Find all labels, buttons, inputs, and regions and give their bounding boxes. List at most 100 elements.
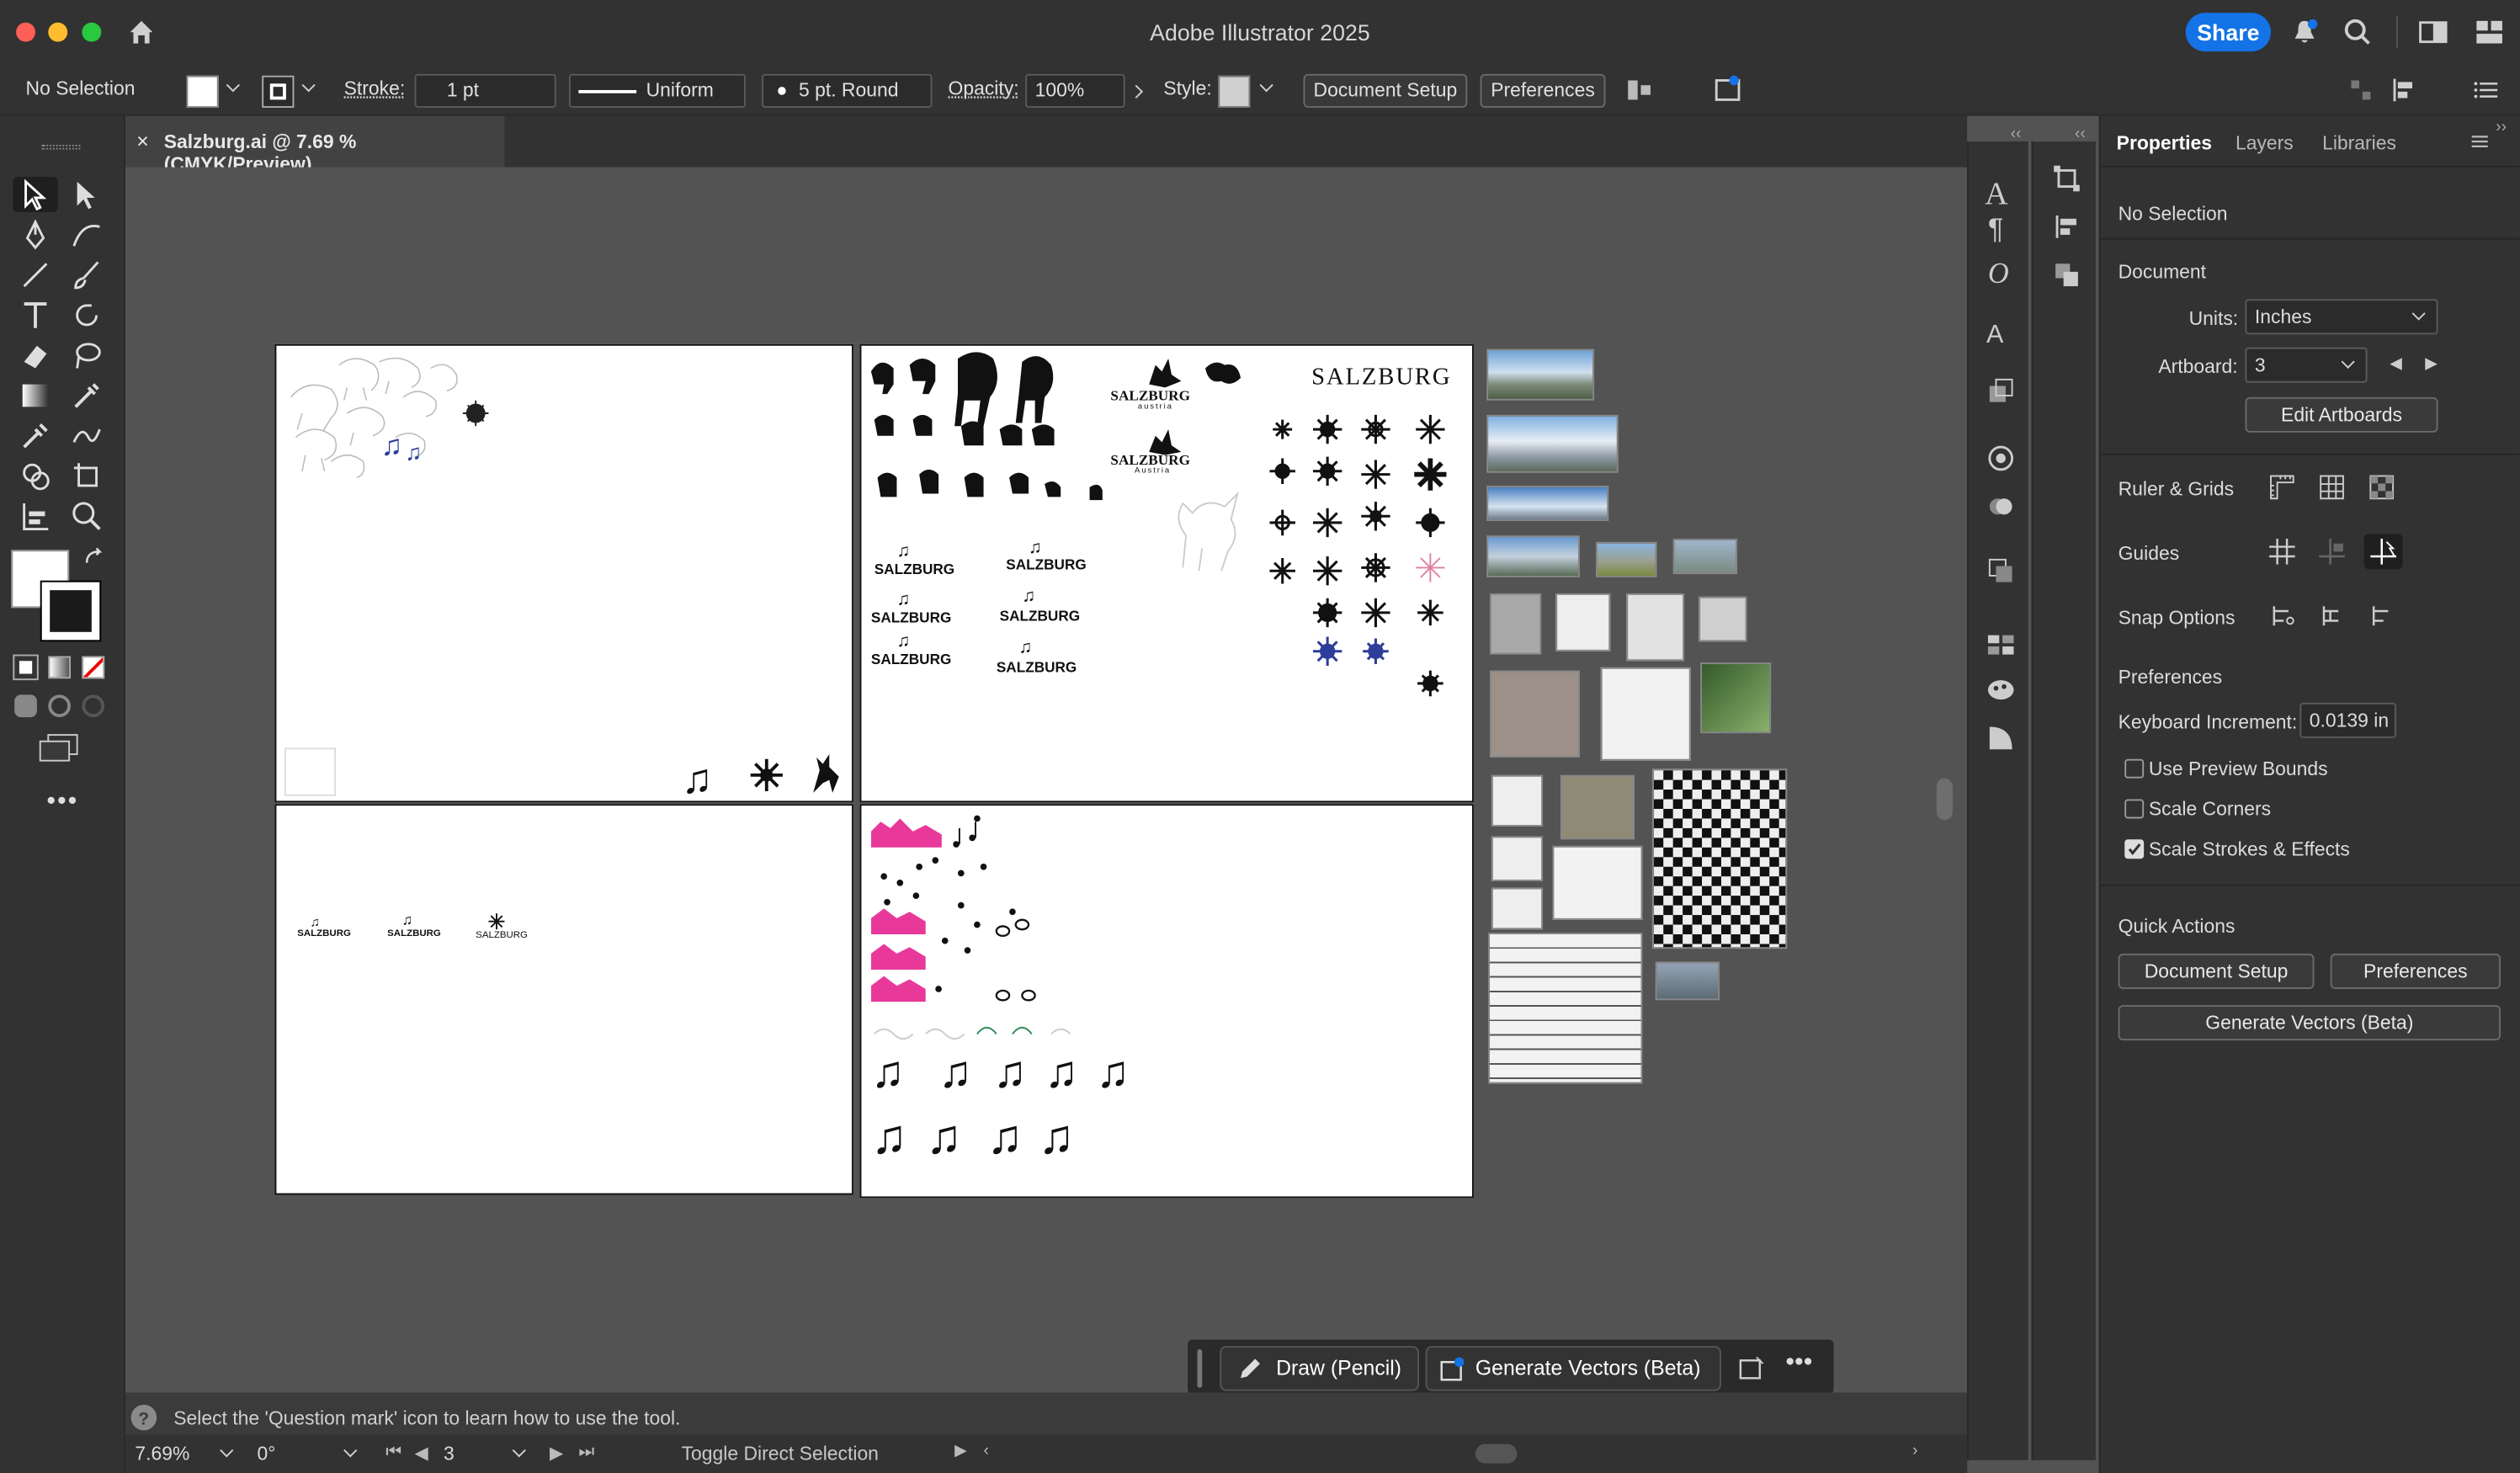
preferences-button[interactable]: Preferences bbox=[1480, 73, 1606, 109]
paragraph-panel-icon[interactable]: ¶ bbox=[1988, 212, 2003, 246]
draw-behind-icon[interactable] bbox=[48, 694, 72, 718]
tab-libraries[interactable]: Libraries bbox=[2322, 132, 2396, 155]
rotation-field[interactable]: 0° bbox=[258, 1443, 276, 1465]
bull-photo-1[interactable] bbox=[1490, 593, 1542, 655]
mountain-photo-2[interactable] bbox=[1486, 414, 1619, 473]
transparency-panel-icon[interactable] bbox=[1986, 492, 2015, 521]
rulers-icon[interactable] bbox=[2267, 473, 2296, 502]
opacity-expand-chevron-icon[interactable] bbox=[1129, 84, 1144, 99]
glyph-sheet-photo[interactable] bbox=[1651, 768, 1788, 949]
swatches-panel-icon[interactable] bbox=[1986, 629, 2015, 657]
gradient-panel-icon[interactable] bbox=[1986, 724, 2015, 752]
zoom-tool-icon[interactable] bbox=[69, 498, 104, 534]
edelweiss-photo-2[interactable] bbox=[1700, 662, 1772, 734]
shape-builder-tool-icon[interactable] bbox=[18, 458, 53, 493]
collapse-arrows-icon[interactable]: ‹‹ bbox=[2011, 125, 2022, 143]
horizontal-scroll-thumb[interactable] bbox=[1475, 1444, 1518, 1464]
draw-normal-icon[interactable] bbox=[14, 694, 37, 718]
align-panel-icon[interactable] bbox=[2052, 212, 2081, 241]
draw-inside-icon[interactable] bbox=[82, 694, 105, 718]
arrange-panels-icon[interactable] bbox=[2475, 18, 2503, 46]
bull-photo-2[interactable] bbox=[1555, 593, 1611, 651]
collapse-arrows-icon-2[interactable]: ‹‹ bbox=[2075, 125, 2086, 143]
previous-artboard-icon[interactable]: ◀ bbox=[415, 1443, 428, 1464]
document-setup-button[interactable]: Document Setup bbox=[1303, 73, 1468, 109]
line-tool-icon[interactable] bbox=[18, 258, 53, 293]
workspace-icon[interactable] bbox=[2419, 18, 2448, 46]
gradient-mode-icon[interactable] bbox=[48, 656, 72, 679]
vertical-scrollbar[interactable] bbox=[1932, 167, 1968, 1393]
fill-swatch[interactable] bbox=[186, 75, 219, 109]
swap-fill-stroke-icon[interactable] bbox=[83, 547, 106, 570]
stroke-color-box[interactable] bbox=[40, 580, 102, 642]
edit-artboards-button[interactable]: Edit Artboards bbox=[2245, 396, 2438, 433]
mountain-photo-3[interactable] bbox=[1486, 485, 1609, 522]
show-guides-icon[interactable] bbox=[2267, 537, 2296, 566]
panel-menu-icon[interactable] bbox=[2470, 132, 2490, 152]
direct-selection-tool-icon[interactable] bbox=[69, 177, 104, 212]
menu-list-icon[interactable] bbox=[2472, 76, 2501, 104]
quick-preferences-button[interactable]: Preferences bbox=[2330, 953, 2501, 989]
appearance-panel-icon[interactable] bbox=[1986, 376, 2015, 405]
question-mark-icon[interactable]: ? bbox=[130, 1404, 157, 1431]
bull-icon-photo-2[interactable] bbox=[1491, 836, 1544, 881]
character-panel-icon[interactable]: A bbox=[1985, 177, 2008, 214]
grid-icon[interactable] bbox=[2317, 473, 2346, 502]
type-tool-icon[interactable] bbox=[18, 297, 53, 332]
draw-pencil-button[interactable]: Draw (Pencil) bbox=[1220, 1346, 1420, 1391]
bull-icon-photo-3[interactable] bbox=[1491, 887, 1544, 930]
artboard-number-field[interactable]: 3 bbox=[444, 1443, 455, 1465]
smart-guides-toggle[interactable] bbox=[2363, 534, 2403, 570]
search-icon[interactable] bbox=[2343, 18, 2372, 46]
glyphs-panel-icon[interactable]: A bbox=[1986, 322, 2003, 350]
scale-corners-checkbox[interactable] bbox=[2124, 799, 2145, 819]
bull-poster-photo[interactable] bbox=[1490, 670, 1580, 758]
artboard-tool-icon[interactable] bbox=[69, 458, 104, 493]
toolbar-grip[interactable] bbox=[41, 144, 81, 150]
snap-to-point-icon[interactable] bbox=[2267, 602, 2296, 630]
align-options-icon[interactable] bbox=[1624, 76, 1653, 104]
stroke-profile-select[interactable]: Uniform bbox=[568, 73, 746, 109]
brushes-panel-icon[interactable] bbox=[1986, 675, 2015, 704]
taskbar-options-icon[interactable] bbox=[1737, 1354, 1766, 1383]
share-button[interactable]: Share bbox=[2185, 13, 2271, 52]
use-preview-bounds-checkbox[interactable] bbox=[2124, 758, 2145, 779]
music-notation-sheet[interactable] bbox=[1488, 933, 1643, 1084]
recolor-icon[interactable] bbox=[1713, 74, 1741, 103]
color-panel-icon[interactable] bbox=[1986, 444, 2015, 472]
canvas[interactable]: ♫ ♫ ♫ SALZBURG austria SALZBURG Austria … bbox=[125, 167, 1933, 1393]
selection-tool-icon[interactable] bbox=[18, 177, 53, 212]
vertical-scroll-thumb[interactable] bbox=[1936, 778, 1953, 821]
close-tab-icon[interactable]: × bbox=[136, 129, 148, 153]
pen-tool-icon[interactable] bbox=[18, 217, 53, 253]
stroke-label[interactable]: Stroke: bbox=[344, 74, 406, 108]
snap-to-grid-icon[interactable] bbox=[2317, 602, 2346, 630]
none-mode-icon[interactable] bbox=[82, 656, 105, 679]
curvature-tool-icon[interactable] bbox=[69, 217, 104, 253]
stroke-dropdown-chevron-icon[interactable] bbox=[301, 78, 316, 93]
mountain-photo-1[interactable] bbox=[1486, 348, 1595, 401]
opacity-label[interactable]: Opacity: bbox=[949, 74, 1019, 108]
tab-layers[interactable]: Layers bbox=[2236, 132, 2294, 155]
transform-icon[interactable] bbox=[2347, 76, 2375, 104]
style-swatch[interactable] bbox=[1218, 75, 1251, 109]
last-artboard-icon[interactable]: ⏭ bbox=[578, 1443, 594, 1464]
transform-panel-icon[interactable] bbox=[2052, 164, 2081, 193]
mountain-photo-5[interactable] bbox=[1596, 541, 1657, 577]
lasso-tool-icon[interactable] bbox=[69, 338, 104, 373]
align-left-icon[interactable] bbox=[2390, 76, 2418, 104]
bull-photo-3[interactable] bbox=[1626, 593, 1685, 662]
eyedropper-tool-icon[interactable] bbox=[69, 378, 104, 413]
previous-artboard-button-icon[interactable]: ◀ bbox=[2390, 355, 2402, 373]
lock-guides-icon[interactable] bbox=[2317, 537, 2346, 566]
pathfinder-panel-icon[interactable] bbox=[1986, 556, 2015, 585]
edelweiss-photo-1[interactable] bbox=[1699, 596, 1747, 642]
stroke-weight-field[interactable]: 1 pt bbox=[414, 73, 556, 109]
taskbar-generate-vectors-button[interactable]: Generate Vectors (Beta) bbox=[1425, 1346, 1721, 1391]
zoom-chevron-icon[interactable] bbox=[220, 1444, 234, 1458]
eraser-tool-icon[interactable] bbox=[18, 338, 53, 373]
puppet-warp-tool-icon[interactable] bbox=[69, 418, 104, 454]
rotate-tool-icon[interactable] bbox=[69, 297, 104, 332]
tab-properties[interactable]: Properties bbox=[2117, 132, 2212, 155]
color-mode-icon[interactable] bbox=[13, 654, 39, 681]
